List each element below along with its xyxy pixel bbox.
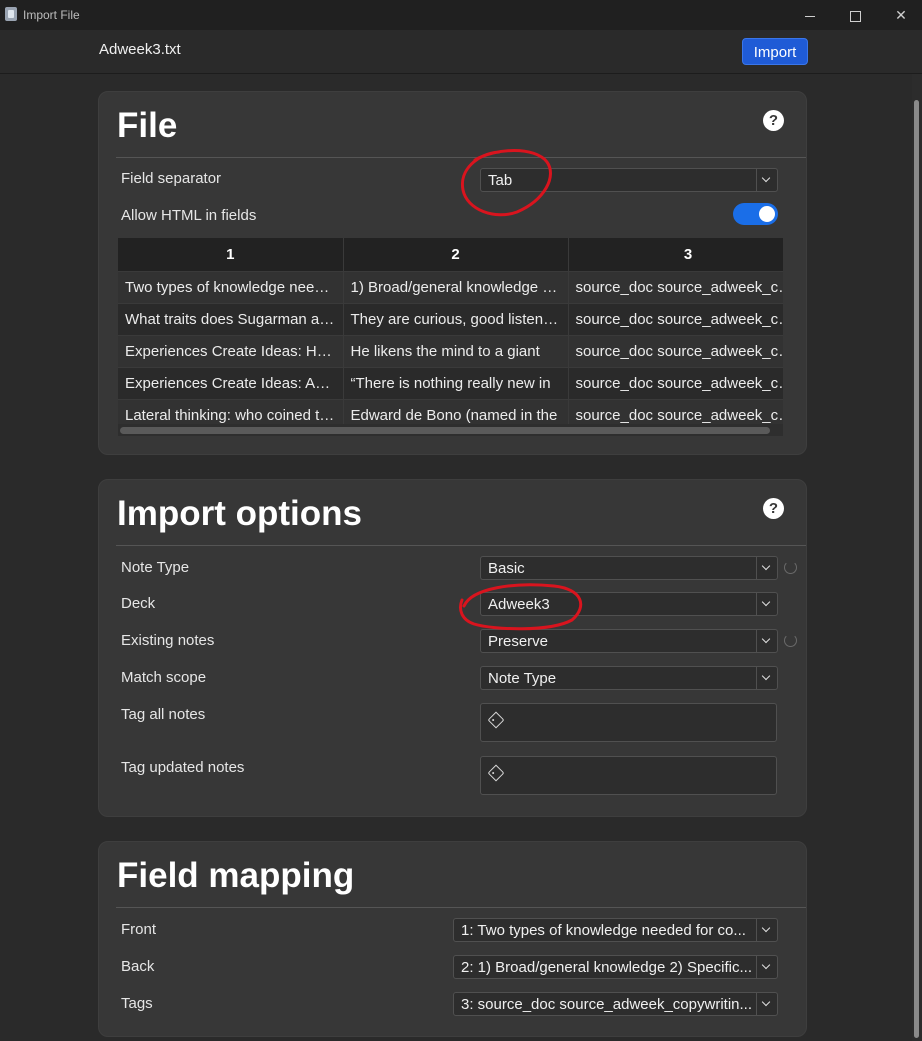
field-separator-value: Tab <box>488 172 513 189</box>
deck-select[interactable]: Adweek3 <box>480 592 778 616</box>
tag-all-notes-input[interactable] <box>480 703 777 742</box>
toggle-knob <box>759 206 775 222</box>
tags-label: Tags <box>121 995 153 1012</box>
file-section-title: File <box>117 106 178 145</box>
front-field-value: 1: Two types of knowledge needed for co.… <box>461 922 746 939</box>
note-type-label: Note Type <box>121 559 190 576</box>
field-separator-select[interactable]: Tab <box>480 168 778 192</box>
minimize-button[interactable] <box>795 2 825 28</box>
allow-html-toggle[interactable] <box>733 203 778 225</box>
minimize-icon <box>805 15 815 17</box>
chevron-down-icon <box>756 993 777 1015</box>
table-cell: 1) Broad/general knowledge 2) Specific <box>343 271 569 304</box>
front-label: Front <box>121 921 157 938</box>
field-mapping-title: Field mapping <box>117 856 355 895</box>
table-cell: They are curious, good listeners <box>343 303 569 336</box>
match-scope-value: Note Type <box>488 670 557 687</box>
help-icon[interactable]: ? <box>763 110 784 131</box>
reset-icon[interactable] <box>784 561 797 574</box>
maximize-icon <box>849 10 861 22</box>
chevron-down-icon <box>756 169 777 191</box>
reset-icon[interactable] <box>784 634 797 647</box>
section-divider <box>116 907 806 908</box>
allow-html-label: Allow HTML in fields <box>121 207 257 224</box>
import-header: Adweek3.txt Import <box>0 30 922 74</box>
deck-label: Deck <box>121 595 156 612</box>
table-cell: source_doc source_adweek_copywriting <box>568 303 783 336</box>
preview-column-header: 3 <box>568 238 783 272</box>
chevron-down-icon <box>756 919 777 941</box>
table-row: Experiences Create Ideas: According “The… <box>118 367 783 400</box>
table-cell: Two types of knowledge needed for co <box>118 271 344 304</box>
back-label: Back <box>121 958 155 975</box>
preview-horizontal-scrollbar[interactable] <box>118 424 783 436</box>
preview-column-header: 2 <box>343 238 569 272</box>
help-icon[interactable]: ? <box>763 498 784 519</box>
field-separator-label: Field separator <box>121 170 222 187</box>
table-cell: “There is nothing really new in <box>343 367 569 400</box>
chevron-down-icon <box>756 593 777 615</box>
table-cell: source_doc source_adweek_copywriting <box>568 335 783 368</box>
file-preview-table: 1 2 3 Two types of knowledge needed for … <box>118 238 783 436</box>
back-field-select[interactable]: 2: 1) Broad/general knowledge 2) Specifi… <box>453 955 778 979</box>
table-row: Two types of knowledge needed for co 1) … <box>118 271 783 304</box>
tag-updated-notes-input[interactable] <box>480 756 777 795</box>
note-type-value: Basic <box>488 560 525 577</box>
match-scope-label: Match scope <box>121 669 207 686</box>
chevron-down-icon <box>756 630 777 652</box>
field-mapping-section: Field mapping Front 1: Two types of know… <box>98 841 807 1037</box>
table-row: What traits does Sugarman associate They… <box>118 303 783 336</box>
file-name: Adweek3.txt <box>99 41 181 58</box>
import-button[interactable]: Import <box>742 38 808 65</box>
table-row: Experiences Create Ideas: How He likens … <box>118 335 783 368</box>
table-cell: source_doc source_adweek_copywriting <box>568 367 783 400</box>
section-divider <box>116 545 806 546</box>
maximize-button[interactable] <box>840 2 870 28</box>
page-scrollbar-thumb[interactable] <box>914 100 919 1038</box>
table-cell: Experiences Create Ideas: How <box>118 335 344 368</box>
tag-icon <box>487 711 505 729</box>
existing-notes-label: Existing notes <box>121 632 215 649</box>
chevron-down-icon <box>756 667 777 689</box>
table-cell: What traits does Sugarman associate <box>118 303 344 336</box>
tag-updated-notes-label: Tag updated notes <box>121 759 245 776</box>
table-cell: He likens the mind to a giant <box>343 335 569 368</box>
table-cell: source_doc source_adweek_copywriting <box>568 271 783 304</box>
tags-field-value: 3: source_doc source_adweek_copywritin..… <box>461 996 751 1013</box>
deck-value: Adweek3 <box>488 596 550 613</box>
window-title: Import File <box>23 8 80 22</box>
import-options-section: Import options ? Note Type Basic Deck Ad… <box>98 479 807 817</box>
chevron-down-icon <box>756 557 777 579</box>
window-titlebar: Import File ✕ <box>0 0 922 30</box>
tag-all-notes-label: Tag all notes <box>121 706 206 723</box>
front-field-select[interactable]: 1: Two types of knowledge needed for co.… <box>453 918 778 942</box>
match-scope-select[interactable]: Note Type <box>480 666 778 690</box>
preview-column-header: 1 <box>118 238 344 272</box>
close-button[interactable]: ✕ <box>886 2 916 28</box>
close-icon: ✕ <box>895 7 907 23</box>
scrollbar-thumb[interactable] <box>120 427 770 434</box>
import-options-title: Import options <box>117 494 362 533</box>
tags-field-select[interactable]: 3: source_doc source_adweek_copywritin..… <box>453 992 778 1016</box>
section-divider <box>116 157 806 158</box>
app-icon <box>5 7 17 21</box>
file-section: File ? Field separator Tab Allow HTML in… <box>98 91 807 455</box>
back-field-value: 2: 1) Broad/general knowledge 2) Specifi… <box>461 959 751 976</box>
existing-notes-value: Preserve <box>488 633 549 650</box>
chevron-down-icon <box>756 956 777 978</box>
note-type-select[interactable]: Basic <box>480 556 778 580</box>
existing-notes-select[interactable]: Preserve <box>480 629 778 653</box>
tag-icon <box>487 764 505 782</box>
table-cell: Experiences Create Ideas: According <box>118 367 344 400</box>
